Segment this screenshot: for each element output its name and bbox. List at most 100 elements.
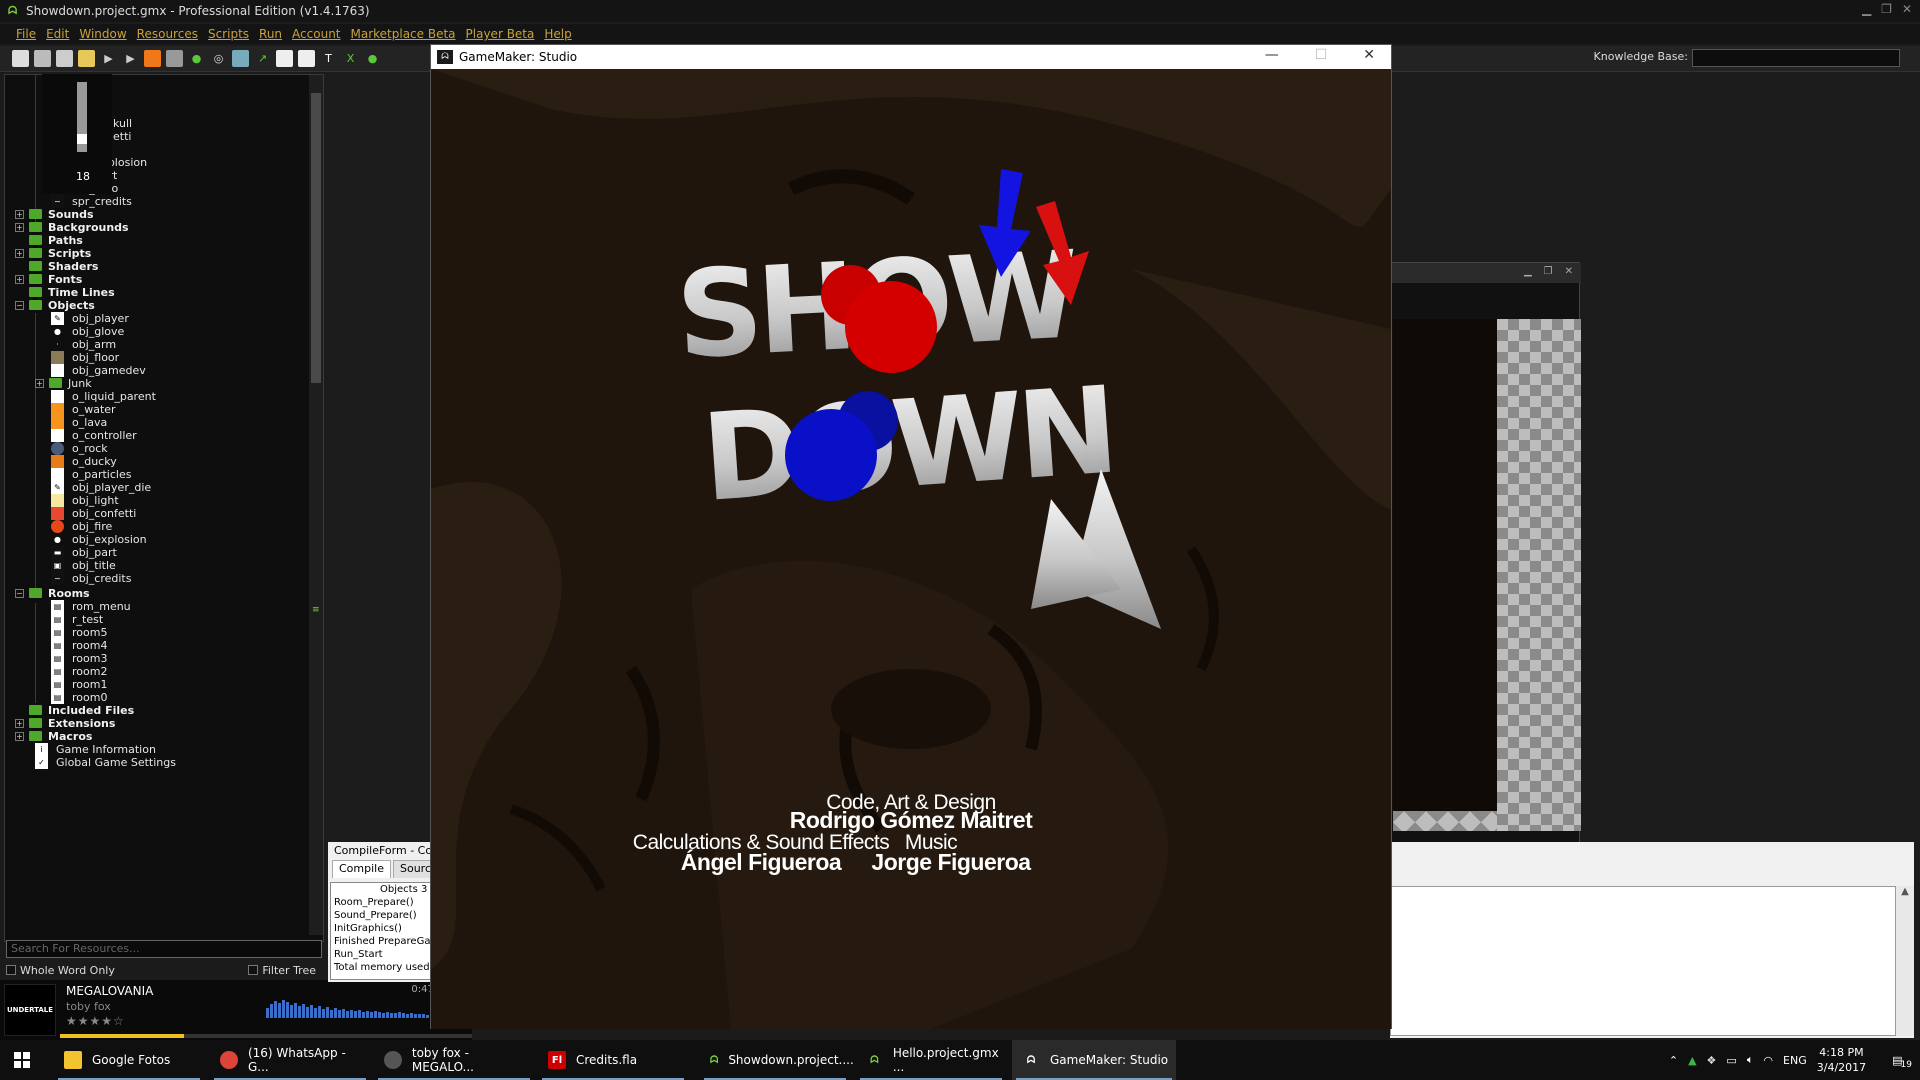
game-window-title: GameMaker: Studio <box>459 50 578 64</box>
object-icon[interactable]: ● <box>364 50 381 67</box>
rating-stars-icon[interactable]: ★★★★☆ <box>66 1014 125 1028</box>
maximize-icon[interactable]: ☐ <box>1315 47 1328 63</box>
menu-player[interactable]: Player Beta <box>466 27 535 41</box>
tree-item-global-settings[interactable]: ✓ Global Game Settings <box>35 754 176 770</box>
media-player-widget[interactable]: UNDERTALE MEGALOVANIA toby fox ★★★★☆ 0:4… <box>0 980 472 1040</box>
battery-icon[interactable]: ▭ <box>1726 1054 1736 1067</box>
clock[interactable]: 4:18 PM 3/4/2017 <box>1817 1045 1866 1075</box>
gamemaker-logo-icon: ᗣ <box>8 4 18 17</box>
taskbar-gamemaker-studio[interactable]: ᗣ GameMaker: Studio <box>1012 1040 1176 1080</box>
whole-word-checkbox[interactable] <box>6 965 16 975</box>
folder-icon <box>29 300 42 310</box>
timeline-icon[interactable]: X <box>342 50 359 67</box>
taskbar-toby-fox[interactable]: toby fox - MEGALO... <box>374 1040 534 1080</box>
folder-icon <box>29 705 42 715</box>
menu-file[interactable]: File <box>16 27 36 41</box>
expand-icon[interactable]: + <box>15 718 24 728</box>
close-icon[interactable]: ✕ <box>1902 2 1912 16</box>
wifi-icon[interactable]: ◠ <box>1763 1054 1773 1067</box>
expand-icon[interactable]: + <box>15 731 24 741</box>
gamemaker-icon: ᗣ <box>710 1054 719 1066</box>
tree-scrollbar[interactable]: ≡ <box>309 75 323 935</box>
clean-icon[interactable] <box>166 50 183 67</box>
folder-icon <box>29 261 42 271</box>
script-icon[interactable] <box>276 50 293 67</box>
system-tray: ⌃ ▲ ❖ ▭ 🔈︎ ◠ ENG 4:18 PM 3/4/2017 ▤ 19 <box>1669 1040 1920 1080</box>
output-scrollbar[interactable]: ▲ <box>1896 886 1914 1036</box>
close-icon[interactable]: ✕ <box>1363 47 1375 63</box>
song-progress-bar[interactable] <box>60 1034 472 1038</box>
chrome-icon <box>220 1051 238 1069</box>
language-indicator[interactable]: ENG <box>1783 1054 1807 1067</box>
google-drive-icon[interactable]: ▲ <box>1688 1054 1696 1067</box>
expand-icon[interactable]: + <box>15 248 24 258</box>
menu-run[interactable]: Run <box>259 27 282 41</box>
flash-icon: Fl <box>548 1051 566 1069</box>
tree-scrollbar-thumb[interactable] <box>311 93 321 383</box>
game-window[interactable]: ᗣ GameMaker: Studio — ☐ ✕ DOWN Code, Art… <box>430 44 1392 1029</box>
open-project-icon[interactable] <box>34 50 51 67</box>
transparency-checker <box>1393 811 1497 831</box>
room-preview-titlebar: ▁ ❐ ✕ <box>1391 263 1581 283</box>
expand-icon[interactable]: + <box>35 378 44 388</box>
clock-date: 3/4/2017 <box>1816 1061 1867 1074</box>
game-canvas[interactable]: SHOW DOWN Code, Art & Design Rodrigo Góm… <box>431 69 1391 1029</box>
credit-name-jorge: Jorge Figueroa <box>871 849 1031 875</box>
room-preview-canvas <box>1393 319 1497 811</box>
taskbar-hello-project[interactable]: ᗣ Hello.project.gmx ... <box>856 1040 1006 1080</box>
chevron-up-icon[interactable]: ⌃ <box>1669 1054 1678 1067</box>
tree-item-object[interactable]: ~ obj_credits <box>51 570 131 586</box>
folder-icon <box>29 287 42 297</box>
folder-icon <box>49 378 62 388</box>
expand-icon[interactable]: + <box>15 209 24 219</box>
menu-edit[interactable]: Edit <box>46 27 69 41</box>
filter-tree-checkbox[interactable] <box>248 965 259 975</box>
taskbar-whatsapp[interactable]: (16) WhatsApp - G... <box>210 1040 370 1080</box>
gamemaker-icon: ᗣ <box>1026 1054 1036 1066</box>
new-project-icon[interactable] <box>12 50 29 67</box>
collapse-icon[interactable]: − <box>15 588 24 598</box>
menu-window[interactable]: Window <box>79 27 126 41</box>
minimize-icon[interactable]: — <box>1265 47 1279 63</box>
background-icon[interactable] <box>232 50 249 67</box>
taskbar-credits-fla[interactable]: Fl Credits.fla <box>538 1040 688 1080</box>
expand-icon[interactable]: + <box>15 222 24 232</box>
taskbar-google-fotos[interactable]: Google Fotos <box>54 1040 204 1080</box>
notification-count: 19 <box>1900 1060 1912 1070</box>
tree-item-partial[interactable]: etti <box>113 128 131 144</box>
zoom-slider-knob[interactable] <box>77 134 87 144</box>
volume-icon[interactable]: 🔈︎ <box>1747 1053 1754 1067</box>
maximize-icon[interactable]: ❐ <box>1544 266 1553 277</box>
create-executable-icon[interactable] <box>78 50 95 67</box>
menu-resources[interactable]: Resources <box>137 27 198 41</box>
menu-account[interactable]: Account <box>292 27 340 41</box>
menu-marketplace[interactable]: Marketplace Beta <box>351 27 456 41</box>
minimize-icon[interactable]: ▁ <box>1862 2 1871 16</box>
menu-bar: File Edit Window Resources Scripts Run A… <box>0 24 1920 44</box>
shader-icon[interactable] <box>298 50 315 67</box>
debug-run-icon[interactable]: ▶ <box>122 50 139 67</box>
path-icon[interactable]: ↗ <box>254 50 271 67</box>
menu-help[interactable]: Help <box>544 27 571 41</box>
save-project-icon[interactable] <box>56 50 73 67</box>
expand-icon[interactable]: + <box>15 274 24 284</box>
minimize-icon[interactable]: ▁ <box>1524 266 1532 277</box>
collapse-icon[interactable]: − <box>15 300 24 310</box>
taskbar-showdown-project[interactable]: ᗣ Showdown.project.... <box>700 1040 854 1080</box>
settings-icon: ✓ <box>35 755 48 769</box>
maximize-icon[interactable]: ❐ <box>1881 2 1892 16</box>
sprite-icon[interactable]: ● <box>188 50 205 67</box>
output-text-area[interactable] <box>1390 886 1896 1036</box>
resource-search-input[interactable]: Search For Resources... <box>6 940 322 958</box>
knowledge-base-input[interactable] <box>1692 49 1900 67</box>
font-icon[interactable]: T <box>320 50 337 67</box>
run-icon[interactable]: ▶ <box>100 50 117 67</box>
stop-icon[interactable] <box>144 50 161 67</box>
close-icon[interactable]: ✕ <box>1565 266 1573 277</box>
menu-scripts[interactable]: Scripts <box>208 27 249 41</box>
dropbox-icon[interactable]: ❖ <box>1707 1054 1717 1067</box>
tab-compile[interactable]: Compile <box>332 860 391 878</box>
windows-taskbar: Google Fotos (16) WhatsApp - G... toby f… <box>0 1040 1920 1080</box>
start-button[interactable] <box>0 1040 48 1080</box>
sound-icon[interactable]: ◎ <box>210 50 227 67</box>
